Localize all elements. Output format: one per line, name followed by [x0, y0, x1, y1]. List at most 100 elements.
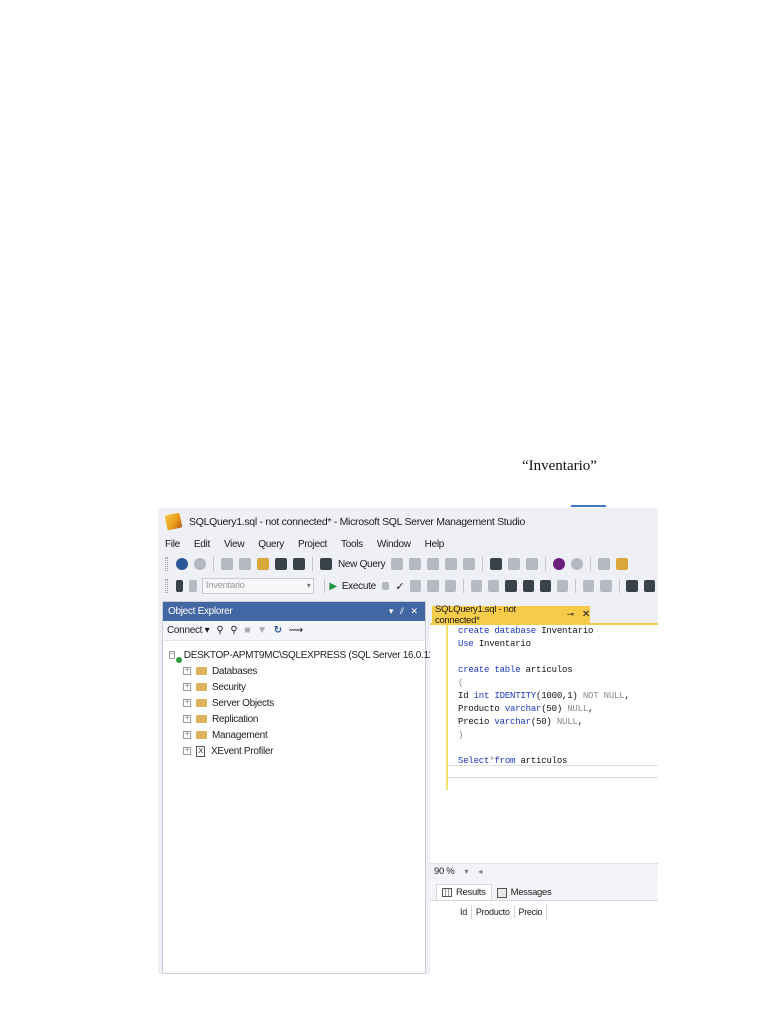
new-project-icon[interactable]	[221, 558, 233, 570]
results-to-file-icon[interactable]	[556, 580, 569, 592]
live-query-statistics-icon[interactable]	[505, 580, 517, 592]
query-designer-icon[interactable]	[427, 580, 439, 592]
panel-window-controls[interactable]: ▾ ⫽ ✕	[389, 606, 420, 617]
toolbar-grip[interactable]	[165, 579, 168, 593]
code-line[interactable]: Select*from articulos	[458, 755, 630, 768]
comment-lines-icon[interactable]	[583, 580, 595, 592]
tree-node-management[interactable]: + Management	[163, 727, 425, 743]
collapse-icon[interactable]: −	[169, 651, 175, 659]
find-icon[interactable]	[616, 558, 629, 570]
code-line[interactable]: )	[458, 729, 630, 742]
connect-button[interactable]: Connect ▾	[167, 625, 210, 636]
parse-icon[interactable]: ✓	[395, 580, 404, 593]
zoom-level[interactable]: 90 %	[434, 866, 455, 877]
expand-icon[interactable]: +	[183, 699, 191, 707]
menu-tools[interactable]: Tools	[341, 539, 363, 550]
menu-query[interactable]: Query	[258, 539, 284, 550]
tree-node-xevent-profiler[interactable]: + X XEvent Profiler	[163, 743, 425, 759]
connect-plug-icon[interactable]: ⚲	[216, 625, 223, 636]
tree-node-security[interactable]: + Security	[163, 679, 425, 695]
menu-view[interactable]: View	[224, 539, 245, 550]
analysis-dax-query-icon[interactable]	[463, 558, 476, 570]
tree-node-server-objects[interactable]: + Server Objects	[163, 695, 425, 711]
expand-icon[interactable]: +	[183, 731, 191, 739]
cut-icon[interactable]	[490, 558, 503, 570]
add-item-icon[interactable]	[239, 558, 251, 570]
column-header-precio[interactable]: Precio	[515, 905, 548, 919]
save-all-icon[interactable]	[293, 558, 305, 570]
intellisense-icon[interactable]	[470, 580, 483, 592]
results-grid[interactable]: Id Producto Precio	[430, 905, 658, 919]
results-to-grid-icon[interactable]	[539, 580, 551, 592]
code-line[interactable]: create database Inventario	[458, 625, 630, 638]
uncomment-lines-icon[interactable]	[600, 580, 612, 592]
code-line[interactable]: (	[458, 677, 630, 690]
execute-icon[interactable]: ▶	[329, 581, 337, 592]
close-icon[interactable]: ✕	[582, 609, 590, 620]
save-icon[interactable]	[275, 558, 287, 570]
query-editor[interactable]: create database Inventario Use Inventario…	[430, 623, 658, 863]
solution-configurations-icon[interactable]	[598, 558, 611, 570]
code-token: articulos	[520, 756, 568, 766]
expand-icon[interactable]: +	[183, 683, 191, 691]
expand-icon[interactable]: +	[183, 715, 191, 723]
code-line[interactable]	[458, 651, 630, 664]
tree-node-databases[interactable]: + Databases	[163, 663, 425, 679]
menu-file[interactable]: File	[165, 539, 180, 550]
change-connection-icon[interactable]	[189, 580, 197, 592]
tab-messages[interactable]: Messages	[492, 885, 557, 900]
tab-results[interactable]: Results	[436, 884, 492, 900]
cancel-query-icon[interactable]	[381, 582, 390, 590]
code-line[interactable]: Use Inventario	[458, 638, 630, 651]
execute-button[interactable]: Execute	[342, 581, 376, 592]
pin-icon[interactable]: ⊸	[567, 609, 575, 620]
new-query-button[interactable]: New Query	[338, 559, 386, 570]
connect-plug-icon[interactable]	[175, 580, 184, 592]
menu-help[interactable]: Help	[425, 539, 445, 550]
available-databases-select[interactable]: Inventario ▾	[201, 578, 315, 594]
menu-project[interactable]: Project	[298, 539, 327, 550]
analysis-xmla-query-icon[interactable]	[445, 558, 458, 570]
tree-server-node[interactable]: − DESKTOP-APMT9MC\SQLEXPRESS (SQL Server…	[163, 647, 459, 663]
tab-sqlquery1[interactable]: SQLQuery1.sql - not connected* ⊸ ✕	[432, 604, 590, 626]
code-line[interactable]: Producto varchar(50) NULL,	[458, 703, 630, 716]
undo-icon[interactable]	[553, 558, 566, 570]
analysis-dmx-query-icon[interactable]	[427, 558, 440, 570]
column-header-producto[interactable]: Producto	[472, 905, 515, 919]
menu-window[interactable]: Window	[377, 539, 411, 550]
column-header-id[interactable]: Id	[456, 905, 472, 919]
decrease-indent-icon[interactable]	[626, 580, 638, 592]
paste-icon[interactable]	[526, 558, 539, 570]
analysis-mdx-query-icon[interactable]	[409, 558, 422, 570]
results-to-text-icon[interactable]	[522, 580, 534, 592]
stop-icon[interactable]: ■	[244, 625, 250, 636]
redo-icon[interactable]	[571, 558, 584, 570]
refresh-icon[interactable]: ↻	[274, 625, 282, 636]
disconnect-icon[interactable]: ⚲	[230, 625, 237, 636]
code-line[interactable]: Id int IDENTITY(1000,1) NOT NULL,	[458, 690, 630, 703]
back-icon[interactable]	[176, 558, 188, 570]
new-query-icon[interactable]	[320, 558, 332, 570]
menu-edit[interactable]: Edit	[194, 539, 210, 550]
scroll-left-icon[interactable]: ◂	[478, 867, 482, 876]
toolbar-grip[interactable]	[165, 557, 168, 571]
open-file-icon[interactable]	[257, 558, 269, 570]
display-estimated-plan-icon[interactable]	[410, 580, 422, 592]
code-line[interactable]: Precio varchar(50) NULL,	[458, 716, 630, 729]
query-options-icon[interactable]	[444, 580, 456, 592]
tree-node-replication[interactable]: + Replication	[163, 711, 425, 727]
copy-icon[interactable]	[508, 558, 521, 570]
tree-node-label: Databases	[212, 665, 258, 677]
expand-icon[interactable]: +	[183, 747, 191, 755]
chevron-down-icon[interactable]: ▾	[464, 867, 468, 876]
database-engine-query-icon[interactable]	[391, 558, 404, 570]
expand-icon[interactable]: +	[183, 667, 191, 675]
code-line[interactable]	[458, 742, 630, 755]
code-line[interactable]: create table articulos	[458, 664, 630, 677]
activity-monitor-icon[interactable]: ⟿	[289, 625, 303, 636]
sql-code[interactable]: create database Inventario Use Inventario…	[458, 625, 630, 768]
increase-indent-icon[interactable]	[643, 580, 655, 592]
filter-icon[interactable]: ▼	[257, 625, 267, 636]
include-actual-plan-icon[interactable]	[488, 580, 500, 592]
forward-icon[interactable]	[194, 558, 206, 570]
